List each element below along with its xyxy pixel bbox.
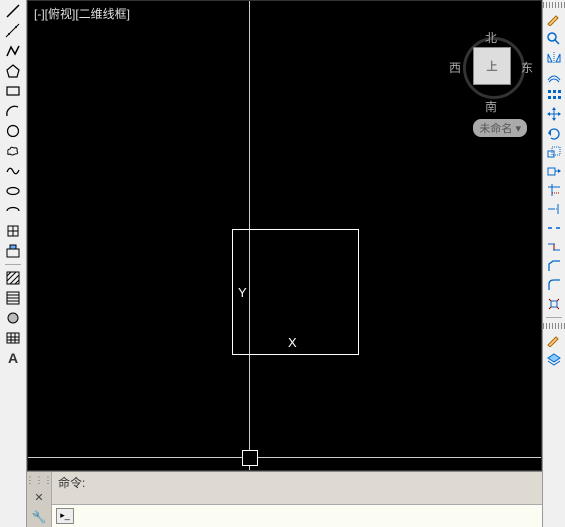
- view-cube[interactable]: 上 北 南 西 东: [445, 29, 535, 119]
- rotate-icon[interactable]: [545, 125, 563, 141]
- left-toolbar: A: [0, 0, 27, 527]
- compass-north[interactable]: 北: [485, 29, 497, 46]
- polyline-icon[interactable]: [4, 42, 22, 60]
- explode-icon[interactable]: [545, 296, 563, 312]
- text-cursor-icon: I: [148, 428, 153, 445]
- stretch-icon[interactable]: [545, 163, 563, 179]
- y-axis-label: Y: [238, 285, 247, 300]
- grip-icon[interactable]: ⋮⋮⋮: [26, 475, 53, 486]
- drawing-canvas[interactable]: [-][俯视][二维线框] Y X 上 北 南 西 东 未命名 ▾ I: [27, 0, 542, 471]
- fillet-icon[interactable]: [545, 277, 563, 293]
- compass-west[interactable]: 西: [449, 59, 461, 76]
- table-icon[interactable]: [4, 329, 22, 347]
- scale-icon[interactable]: [545, 144, 563, 160]
- insert-block-icon[interactable]: [4, 222, 22, 240]
- command-prompt-icon: ▸_: [56, 508, 74, 524]
- separator: [546, 317, 562, 318]
- command-history: 命令:: [52, 472, 542, 504]
- compass-south[interactable]: 南: [485, 98, 497, 115]
- separator: [5, 264, 21, 265]
- right-toolbar: [542, 0, 565, 527]
- command-gutter: ⋮⋮⋮ ✕ 🔧: [27, 472, 52, 527]
- command-panel: ⋮⋮⋮ ✕ 🔧 命令: ▸_: [27, 471, 542, 527]
- move-icon[interactable]: [545, 106, 563, 122]
- grip-icon[interactable]: [543, 2, 565, 8]
- mirror-icon[interactable]: [545, 49, 563, 65]
- line-icon[interactable]: [4, 2, 22, 20]
- break-icon[interactable]: [545, 220, 563, 236]
- quick-select-icon[interactable]: [545, 30, 563, 46]
- make-block-icon[interactable]: [4, 242, 22, 260]
- x-axis-label: X: [288, 335, 297, 350]
- array-icon[interactable]: [545, 87, 563, 103]
- viewport-label[interactable]: [-][俯视][二维线框]: [34, 5, 130, 22]
- construction-line-icon[interactable]: [4, 22, 22, 40]
- circle-icon[interactable]: [4, 122, 22, 140]
- brush2-icon[interactable]: [545, 332, 563, 348]
- revision-cloud-icon[interactable]: [4, 142, 22, 160]
- grip-icon[interactable]: [543, 323, 565, 329]
- hatch-icon[interactable]: [4, 269, 22, 287]
- polygon-icon[interactable]: [4, 62, 22, 80]
- rectangle-icon[interactable]: [4, 82, 22, 100]
- cube-top-face[interactable]: 上: [473, 47, 511, 85]
- offset-icon[interactable]: [545, 68, 563, 84]
- gradient-icon[interactable]: [4, 289, 22, 307]
- join-icon[interactable]: [545, 239, 563, 255]
- trim-icon[interactable]: [545, 182, 563, 198]
- command-input-row: ▸_: [52, 504, 542, 527]
- text-icon[interactable]: A: [4, 349, 22, 367]
- ellipse-arc-icon[interactable]: [4, 202, 22, 220]
- layer-icon[interactable]: [545, 351, 563, 367]
- spline-icon[interactable]: [4, 162, 22, 180]
- chamfer-icon[interactable]: [545, 258, 563, 274]
- command-input[interactable]: [78, 506, 542, 526]
- wrench-icon[interactable]: 🔧: [32, 510, 47, 524]
- ellipse-icon[interactable]: [4, 182, 22, 200]
- axis-horizontal: [28, 457, 541, 458]
- arc-icon[interactable]: [4, 102, 22, 120]
- close-icon[interactable]: ✕: [34, 491, 43, 504]
- extend-icon[interactable]: [545, 201, 563, 217]
- compass-east[interactable]: 东: [521, 59, 533, 76]
- brush-icon[interactable]: [545, 11, 563, 27]
- ucs-origin-icon: [242, 450, 258, 466]
- region-icon[interactable]: [4, 309, 22, 327]
- ucs-name-tag[interactable]: 未命名 ▾: [473, 119, 527, 137]
